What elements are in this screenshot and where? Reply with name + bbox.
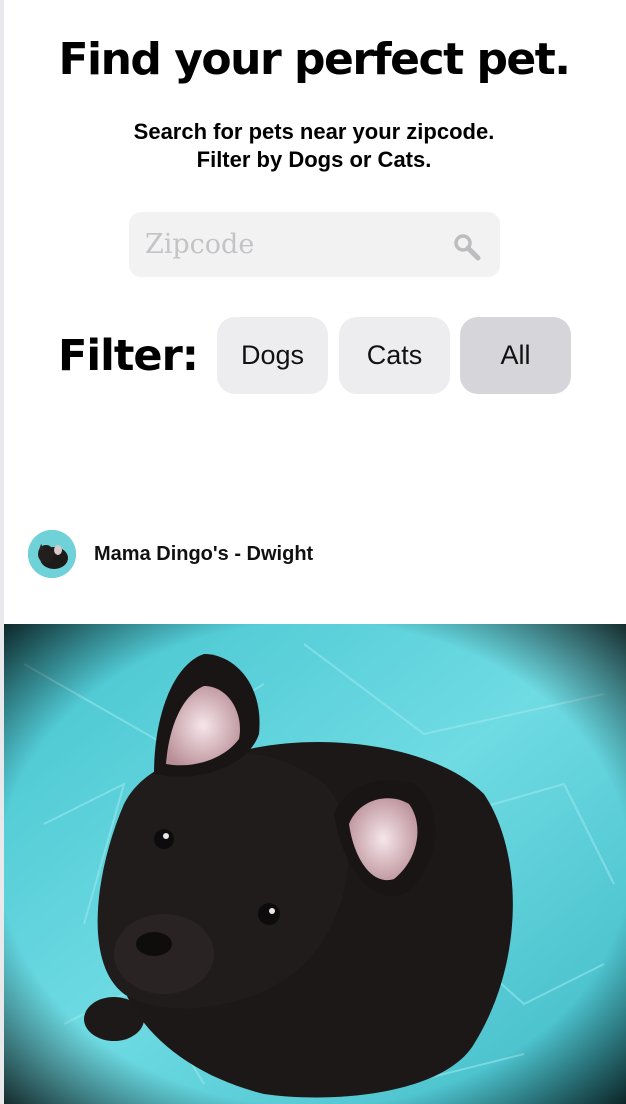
- filter-all-button[interactable]: All: [460, 317, 571, 394]
- subtitle-line-1: Search for pets near your zipcode.: [133, 119, 495, 144]
- pet-photo[interactable]: [4, 624, 626, 1104]
- page-title: Find your perfect pet.: [58, 34, 571, 85]
- zipcode-input[interactable]: [129, 212, 500, 277]
- zipcode-search-box: [129, 212, 500, 277]
- filter-cats-button[interactable]: Cats: [339, 317, 450, 394]
- subtitle-line-2: Filter by Dogs or Cats.: [196, 147, 432, 172]
- filter-label: Filter:: [58, 331, 199, 381]
- filter-dogs-button[interactable]: Dogs: [217, 317, 328, 394]
- avatar[interactable]: [28, 530, 76, 578]
- post-header: Mama Dingo's - Dwight: [28, 530, 313, 578]
- search-icon[interactable]: [452, 232, 482, 262]
- page-subtitle: Search for pets near your zipcode. Filte…: [0, 118, 626, 174]
- post-author[interactable]: Mama Dingo's - Dwight: [94, 543, 313, 566]
